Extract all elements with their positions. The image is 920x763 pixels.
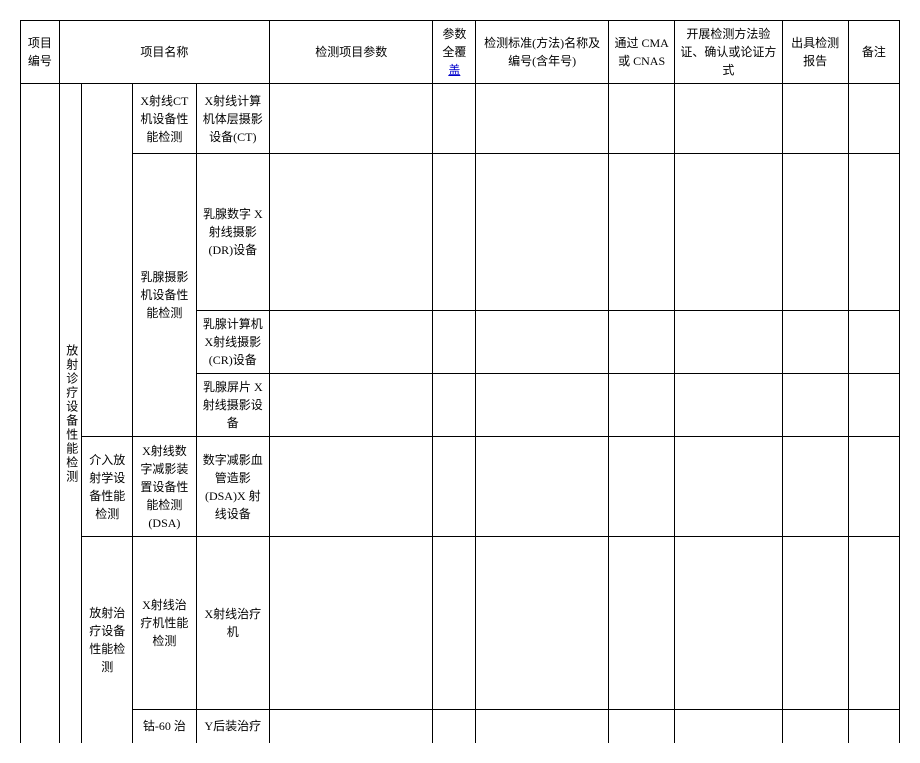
cell-param (270, 154, 433, 311)
cell-cover (433, 154, 476, 311)
cell-report (782, 537, 848, 709)
cell-cover (433, 537, 476, 709)
cell-param (270, 311, 433, 374)
cell-verify (675, 537, 782, 709)
header-row: 项目编号 项目名称 检测项目参数 参数全覆盖 检测标准(方法)名称及编号(含年号… (21, 21, 900, 84)
cell-cma (608, 84, 674, 154)
table-row: 钴-60 治 Y后装治疗 (21, 709, 900, 743)
cell-report (782, 154, 848, 311)
cell-param (270, 84, 433, 154)
hdr-test-param: 检测项目参数 (270, 21, 433, 84)
cell-l1: 放射诊疗设备性能检测 (59, 84, 81, 744)
cell-cover (433, 311, 476, 374)
cell-l3-mammo: 乳腺摄影机设备性能检测 (133, 154, 196, 437)
hdr-project-id: 项目编号 (21, 21, 60, 84)
cell-std (476, 709, 609, 743)
cell-report (782, 311, 848, 374)
hdr-full-cover-b: 盖 (448, 63, 460, 77)
hdr-report: 出具检测报告 (782, 21, 848, 84)
cell-std (476, 154, 609, 311)
cell-l2-a (82, 84, 133, 437)
cell-cma (608, 709, 674, 743)
cell-cover (433, 84, 476, 154)
cell-std (476, 437, 609, 537)
cell-param (270, 374, 433, 437)
l1-label: 放射诊疗设备性能检测 (63, 88, 81, 739)
cell-cover (433, 437, 476, 537)
cell-note (848, 537, 899, 709)
cell-note (848, 154, 899, 311)
table-row: 介入放射学设备性能检测 X射线数字减影装置设备性能检测(DSA) 数字减影血管造… (21, 437, 900, 537)
cell-note (848, 437, 899, 537)
cell-l3-ct: X射线CT机设备性能检测 (133, 84, 196, 154)
hdr-full-cover-a: 参数全覆 (442, 27, 466, 59)
cell-cma (608, 374, 674, 437)
hdr-standard: 检测标准(方法)名称及编号(含年号) (476, 21, 609, 84)
cell-report (782, 437, 848, 537)
cell-l4-mammo-cr: 乳腺计算机 X射线摄影(CR)设备 (196, 311, 270, 374)
cell-note (848, 709, 899, 743)
cell-l3-co60: 钴-60 治 (133, 709, 196, 743)
cell-param (270, 437, 433, 537)
cell-project-id (21, 84, 60, 744)
cell-verify (675, 374, 782, 437)
cell-std (476, 537, 609, 709)
cell-report (782, 84, 848, 154)
table-row: 乳腺摄影机设备性能检测 乳腺数字 X 射线摄影(DR)设备 (21, 154, 900, 311)
cell-note (848, 84, 899, 154)
cell-l4-co60: Y后装治疗 (196, 709, 270, 743)
cell-verify (675, 311, 782, 374)
cell-verify (675, 84, 782, 154)
cell-note (848, 311, 899, 374)
cell-report (782, 374, 848, 437)
capability-table: 项目编号 项目名称 检测项目参数 参数全覆盖 检测标准(方法)名称及编号(含年号… (20, 20, 900, 743)
cell-std (476, 374, 609, 437)
cell-std (476, 84, 609, 154)
cell-cma (608, 437, 674, 537)
cell-l2-c: 放射治疗设备性能检测 (82, 537, 133, 743)
cell-l4-mammo-dr: 乳腺数字 X 射线摄影(DR)设备 (196, 154, 270, 311)
cell-note (848, 374, 899, 437)
hdr-note: 备注 (848, 21, 899, 84)
cell-l2-b: 介入放射学设备性能检测 (82, 437, 133, 537)
cell-l4-dsa: 数字减影血管造影(DSA)X 射线设备 (196, 437, 270, 537)
cell-cover (433, 709, 476, 743)
cell-report (782, 709, 848, 743)
hdr-project-name: 项目名称 (59, 21, 269, 84)
cell-verify (675, 709, 782, 743)
cell-l3-dsa: X射线数字减影装置设备性能检测(DSA) (133, 437, 196, 537)
cell-l4-ct: X射线计算机体层摄影设备(CT) (196, 84, 270, 154)
cell-param (270, 709, 433, 743)
cell-std (476, 311, 609, 374)
table-row: 放射治疗设备性能检测 X射线治疗机性能检测 X射线治疗机 (21, 537, 900, 631)
cell-l3-therapy: X射线治疗机性能检测 (133, 537, 196, 709)
cell-l4-mammo-film: 乳腺屏片 X射线摄影设备 (196, 374, 270, 437)
cell-verify (675, 154, 782, 311)
hdr-verify: 开展检测方法验证、确认或论证方式 (675, 21, 782, 84)
hdr-cma-cnas: 通过 CMA 或 CNAS (608, 21, 674, 84)
cell-cma (608, 154, 674, 311)
cell-verify (675, 437, 782, 537)
table-row: 放射诊疗设备性能检测 X射线CT机设备性能检测 X射线计算机体层摄影设备(CT) (21, 84, 900, 154)
cell-param (270, 537, 433, 709)
cell-cma (608, 311, 674, 374)
hdr-full-cover: 参数全覆盖 (433, 21, 476, 84)
cell-cma (608, 537, 674, 709)
cell-cover (433, 374, 476, 437)
cell-l4-therapy: X射线治疗机 (196, 537, 270, 709)
